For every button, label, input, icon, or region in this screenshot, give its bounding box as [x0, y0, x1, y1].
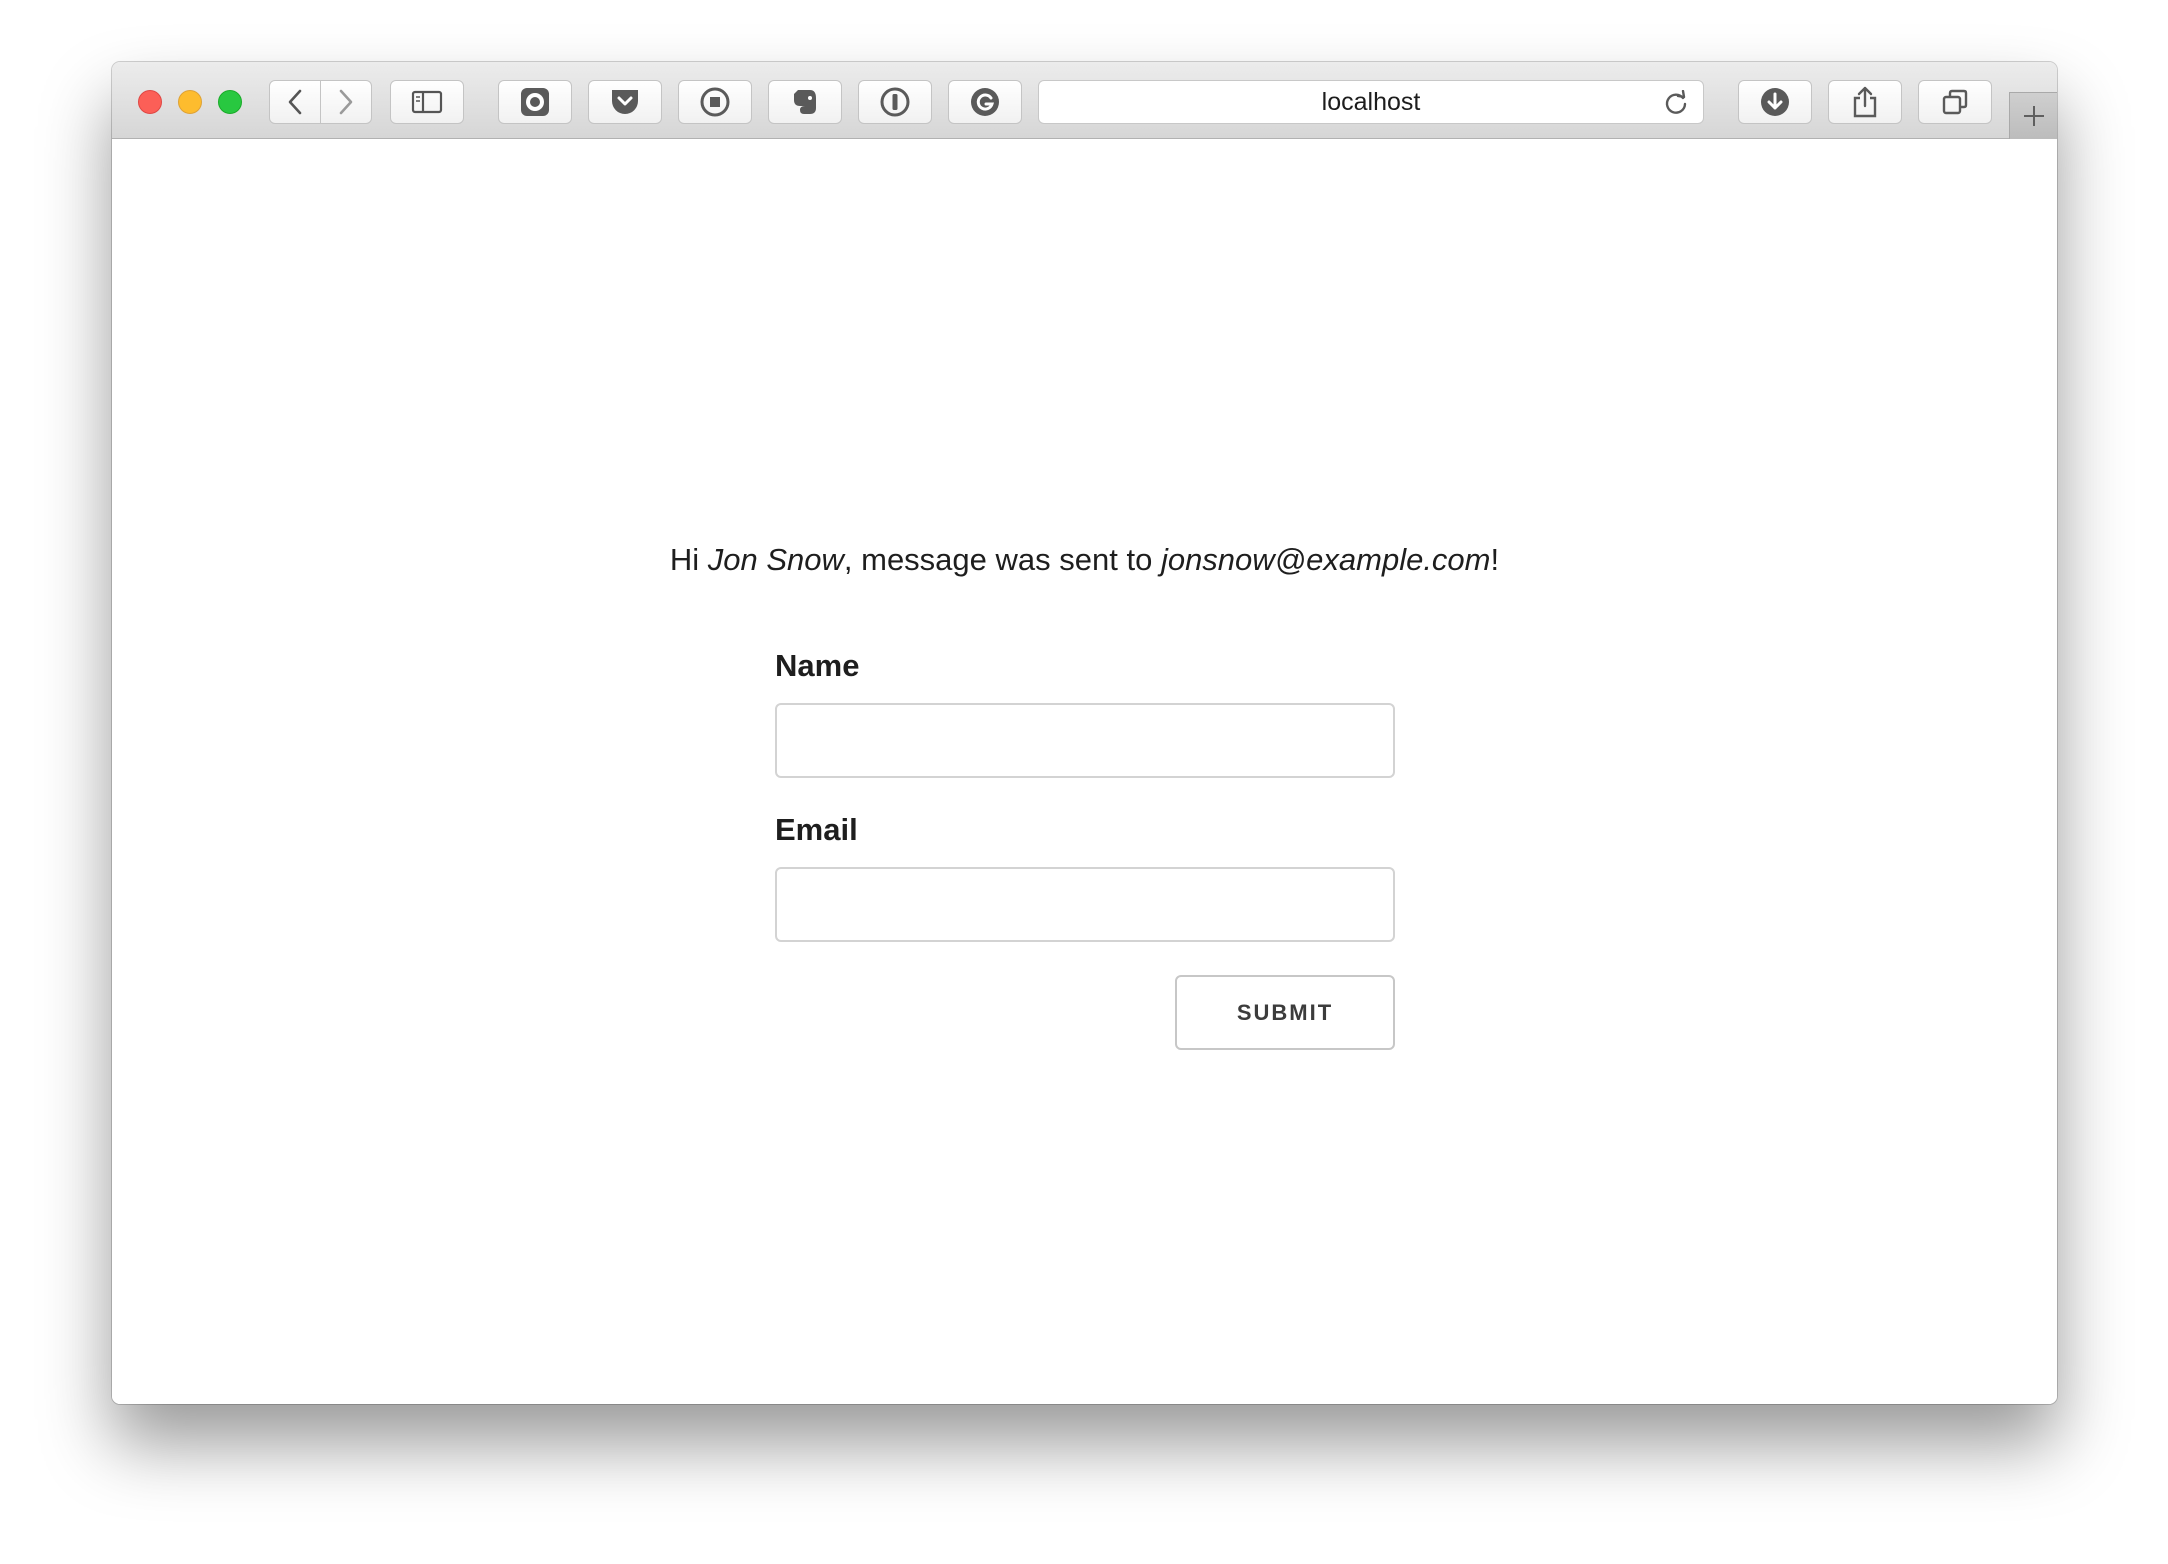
share-button[interactable] — [1828, 80, 1902, 124]
back-button[interactable] — [269, 80, 321, 124]
name-label: Name — [775, 648, 860, 683]
forward-button[interactable] — [320, 80, 372, 124]
name-input[interactable] — [775, 703, 1395, 778]
close-window-button[interactable] — [138, 90, 162, 114]
onepassword-button[interactable] — [858, 80, 932, 124]
back-icon — [288, 89, 302, 115]
extension-camera-icon — [521, 88, 549, 116]
download-icon — [1761, 88, 1789, 116]
grammarly-icon — [971, 88, 999, 116]
greeting-message: Hi Jon Snow, message was sent to jonsnow… — [112, 542, 2057, 578]
new-tab-icon — [2023, 106, 2044, 126]
forward-icon — [339, 89, 353, 115]
browser-toolbar: localhost — [112, 62, 2057, 139]
greeting-email: jonsnow@example.com — [1160, 542, 1491, 577]
greeting-name: Jon Snow — [707, 542, 844, 577]
maximize-window-button[interactable] — [218, 90, 242, 114]
share-icon — [1853, 86, 1877, 118]
minimize-window-button[interactable] — [178, 90, 202, 114]
sidebar-button[interactable] — [390, 80, 464, 124]
browser-window: localhost Hi Jon Snow, message was sent … — [112, 62, 2057, 1404]
evernote-icon — [794, 90, 816, 114]
greeting-prefix: Hi — [669, 542, 708, 577]
email-label: Email — [775, 812, 858, 847]
submit-button[interactable]: SUBMIT — [1175, 975, 1395, 1050]
onepassword-icon — [880, 87, 910, 117]
greeting-middle: , message was sent to — [843, 542, 1161, 577]
address-bar[interactable]: localhost — [1038, 80, 1704, 124]
show-tabs-button[interactable] — [1918, 80, 1992, 124]
evernote-button[interactable] — [768, 80, 842, 124]
extension-camera-button[interactable] — [498, 80, 572, 124]
address-text: localhost — [1321, 87, 1421, 116]
reload-icon[interactable] — [1663, 90, 1689, 116]
grammarly-button[interactable] — [948, 80, 1022, 124]
pocket-icon — [612, 90, 638, 114]
tabs-icon — [1942, 89, 1968, 115]
page-content: Hi Jon Snow, message was sent to jonsnow… — [112, 139, 2057, 1404]
email-input[interactable] — [775, 867, 1395, 942]
greeting-suffix: ! — [1490, 542, 1500, 577]
sidebar-icon — [411, 90, 443, 114]
stop-record-button[interactable] — [678, 80, 752, 124]
downloads-button[interactable] — [1738, 80, 1812, 124]
new-tab-button[interactable] — [2009, 92, 2057, 139]
pocket-button[interactable] — [588, 80, 662, 124]
stop-record-icon — [700, 87, 730, 117]
